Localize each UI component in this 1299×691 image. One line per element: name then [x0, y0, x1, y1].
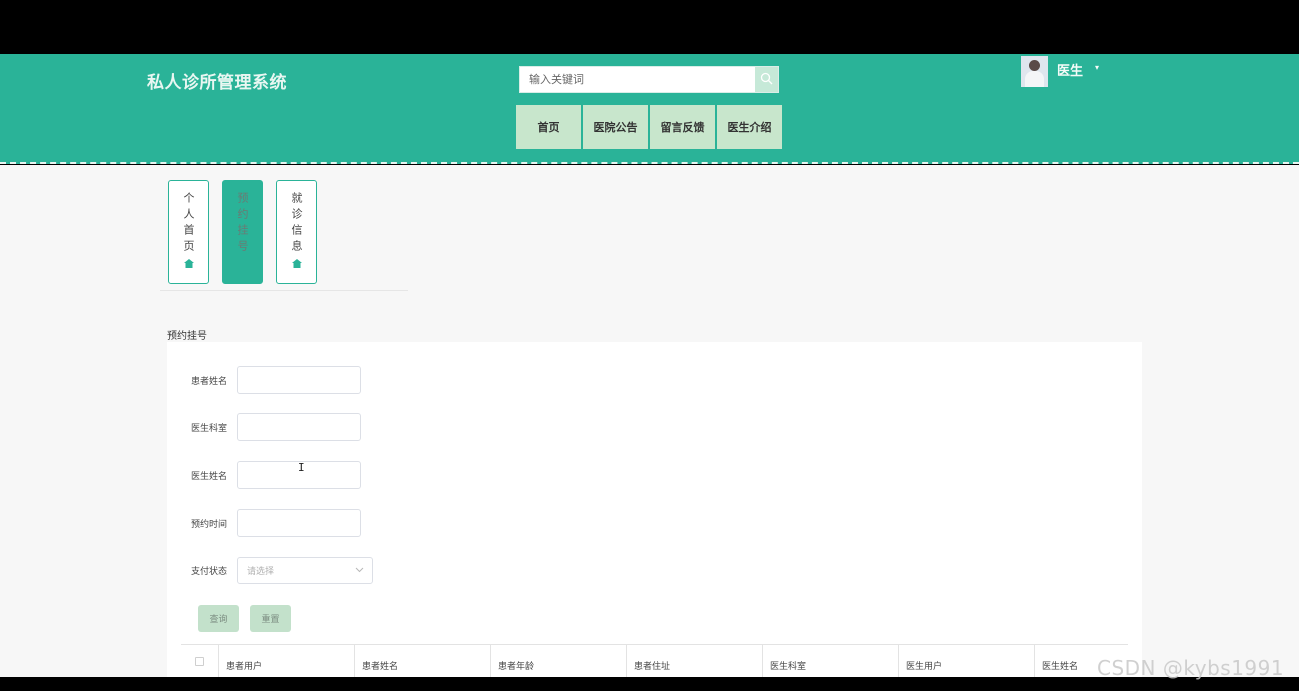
form-row-pay-status: 支付状态 请选择 [191, 557, 373, 584]
column-header[interactable]: 患者用户 [219, 645, 355, 678]
tab-label: 预约挂号 [236, 192, 249, 256]
main-content: 个人首页 预约挂号 就诊信息 预约挂号 患者姓名 医生科室 医生姓名 预约时间 … [0, 165, 1299, 678]
field-label: 医生科室 [191, 423, 228, 434]
app-title: 私人诊所管理系统 [147, 73, 287, 93]
chevron-down-icon[interactable]: ▾ [1095, 63, 1099, 72]
top-black-bar [0, 0, 1299, 54]
home-icon [291, 258, 302, 271]
reset-button[interactable]: 重置 [250, 605, 291, 632]
section-title: 预约挂号 [167, 331, 207, 342]
select-placeholder: 请选择 [247, 567, 275, 577]
department-input[interactable] [237, 413, 361, 441]
select-all-cell [181, 645, 219, 678]
column-header[interactable]: 患者姓名 [355, 645, 491, 678]
text-cursor-icon: I [298, 461, 305, 474]
nav-feedback[interactable]: 留言反馈 [650, 105, 715, 149]
tab-appointment[interactable]: 预约挂号 [222, 180, 263, 284]
nav-announcements[interactable]: 医院公告 [583, 105, 648, 149]
pay-status-select[interactable]: 请选择 [237, 557, 373, 584]
select-all-checkbox[interactable] [195, 657, 204, 666]
main-nav: 首页 医院公告 留言反馈 医生介绍 [516, 105, 782, 149]
search-icon [760, 70, 773, 89]
user-name[interactable]: 医生 [1057, 60, 1083, 79]
field-label: 患者姓名 [191, 376, 228, 387]
patient-name-input[interactable] [237, 366, 361, 394]
tab-label: 个人首页 [182, 192, 195, 256]
nav-doctors[interactable]: 医生介绍 [717, 105, 782, 149]
avatar[interactable] [1021, 56, 1048, 87]
nav-home[interactable]: 首页 [516, 105, 581, 149]
watermark: CSDN @kybs1991 [1097, 656, 1285, 680]
search-panel: 患者姓名 医生科室 医生姓名 预约时间 支付状态 请选择 I 查询 重置 患者用… [167, 342, 1142, 678]
search-button[interactable] [755, 67, 778, 92]
table-header: 患者用户 患者姓名 患者年龄 患者住址 医生科室 医生用户 医生姓名 [181, 644, 1128, 678]
appointment-time-input[interactable] [237, 509, 361, 537]
tab-visit-info[interactable]: 就诊信息 [276, 180, 317, 284]
form-row-appointment-time: 预约时间 [191, 509, 361, 537]
side-tabs: 个人首页 预约挂号 就诊信息 [168, 180, 317, 284]
field-label: 支付状态 [191, 567, 228, 577]
chevron-down-icon [355, 566, 364, 576]
field-label: 医生姓名 [191, 471, 228, 482]
column-header[interactable]: 医生科室 [763, 645, 899, 678]
form-row-department: 医生科室 [191, 413, 361, 441]
column-header[interactable]: 医生用户 [899, 645, 1035, 678]
field-label: 预约时间 [191, 519, 228, 530]
tab-personal-home[interactable]: 个人首页 [168, 180, 209, 284]
form-row-patient-name: 患者姓名 [191, 366, 361, 394]
search-input[interactable] [520, 67, 755, 92]
form-row-doctor-name: 医生姓名 [191, 461, 361, 489]
search-box [519, 66, 779, 93]
tab-label: 就诊信息 [290, 192, 303, 256]
query-button[interactable]: 查询 [198, 605, 239, 632]
column-header[interactable]: 患者住址 [627, 645, 763, 678]
user-menu[interactable]: 医生 ▾ [1021, 56, 1099, 87]
home-icon [183, 258, 194, 271]
divider [160, 290, 408, 291]
header: 私人诊所管理系统 首页 医院公告 留言反馈 医生介绍 医生 ▾ [0, 54, 1299, 164]
column-header[interactable]: 患者年龄 [491, 645, 627, 678]
